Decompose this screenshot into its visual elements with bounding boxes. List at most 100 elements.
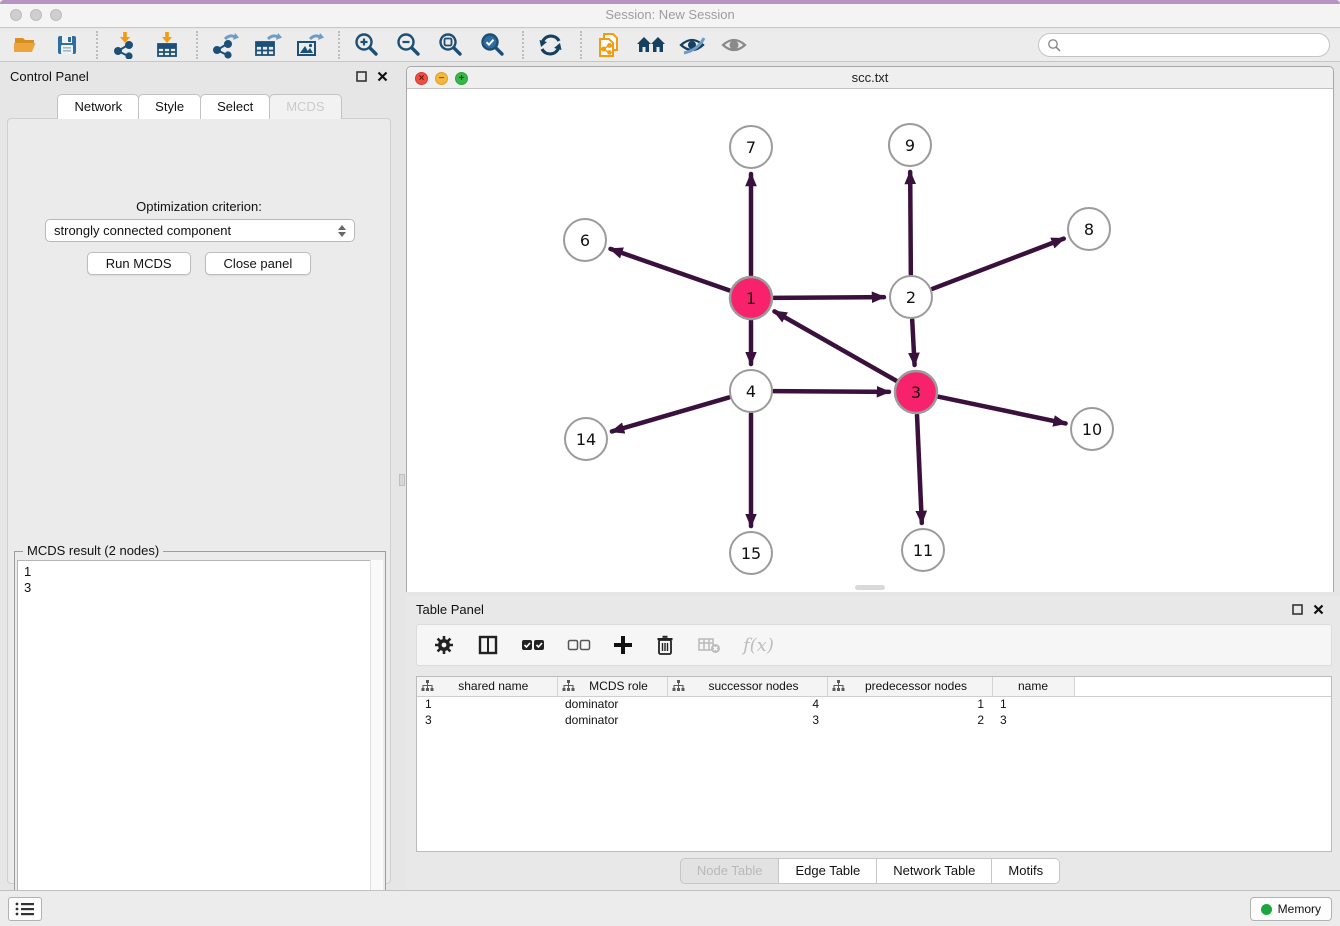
control-tab-network[interactable]: Network [57,94,139,119]
control-tab-select[interactable]: Select [200,94,270,119]
clone-network-icon[interactable] [594,30,624,60]
node-9[interactable]: 9 [889,124,931,166]
show-hidden-icon[interactable] [720,30,750,60]
node-8[interactable]: 8 [1068,208,1110,250]
toolbar-separator [196,31,198,59]
network-canvas[interactable]: 7 9 6 8 1 2 4 3 14 10 15 11 [407,89,1333,592]
edge-2-9[interactable] [910,172,911,274]
table-cell[interactable]: 1 [827,696,992,712]
optimization-criterion-value: strongly connected component [54,223,231,238]
table-tab-motifs[interactable]: Motifs [992,858,1060,884]
toolbar-separator [338,31,340,59]
search-field[interactable] [1038,33,1330,57]
network-view-window: × − + scc.txt 7 9 6 8 1 2 4 3 14 10 15 11 [406,66,1334,592]
memory-status-icon [1261,904,1272,915]
edge-1-2[interactable] [774,297,884,298]
table-cell[interactable]: dominator [557,696,667,712]
node-4[interactable]: 4 [730,370,772,412]
zoom-in-icon[interactable] [352,30,382,60]
node-10[interactable]: 10 [1071,408,1113,450]
node-7[interactable]: 7 [730,126,772,168]
edge-2-3[interactable] [912,320,914,365]
unselect-all-columns-icon[interactable] [567,638,591,652]
open-session-icon[interactable] [10,30,40,60]
edge-1-6[interactable] [610,249,729,291]
float-panel-icon[interactable] [356,71,367,82]
select-all-columns-icon[interactable] [521,638,545,652]
run-mcds-button[interactable]: Run MCDS [87,252,191,275]
column-header-successor-nodes[interactable]: successor nodes [667,677,827,696]
table-cell[interactable]: 2 [827,712,992,728]
table-cell[interactable]: 1 [417,696,557,712]
zoom-out-icon[interactable] [394,30,424,60]
edge-3-11[interactable] [917,415,922,523]
mcds-result-list[interactable]: 13 [17,560,383,924]
table-cell[interactable]: dominator [557,712,667,728]
float-panel-icon[interactable] [1292,604,1303,615]
edge-4-3[interactable] [774,391,889,392]
edge-2-8[interactable] [932,239,1063,289]
show-columns-icon[interactable] [477,634,499,656]
panel-splitter[interactable] [398,62,406,890]
column-header-name[interactable]: name [992,677,1074,696]
control-tab-mcds[interactable]: MCDS [269,94,341,119]
close-panel-button[interactable]: Close panel [205,252,312,275]
edge-3-10[interactable] [939,397,1066,424]
table-tab-node-table[interactable]: Node Table [680,858,780,884]
node-3[interactable]: 3 [895,371,937,413]
memory-button[interactable]: Memory [1250,897,1332,921]
table-cell[interactable]: 3 [417,712,557,728]
column-header-predecessor-nodes[interactable]: predecessor nodes [827,677,992,696]
titlebar-accent [0,0,1340,4]
node-6[interactable]: 6 [564,219,606,261]
network-hscroll-handle[interactable] [855,585,885,590]
optimization-criterion-select[interactable]: strongly connected component [45,219,355,242]
table-settings-gear-icon[interactable] [433,634,455,656]
table-cell[interactable]: 3 [992,712,1074,728]
table-cell[interactable]: 3 [667,712,827,728]
close-panel-icon[interactable] [377,71,388,82]
zoom-fit-icon[interactable] [436,30,466,60]
table-tab-edge-table[interactable]: Edge Table [779,858,877,884]
search-input[interactable] [1062,35,1329,55]
close-panel-icon[interactable] [1313,604,1324,615]
table-tab-network-table[interactable]: Network Table [877,858,992,884]
table-row[interactable]: 3dominator323 [417,712,1331,728]
node-2[interactable]: 2 [890,276,932,318]
column-header-shared-name[interactable]: shared name [417,677,557,696]
export-network-icon[interactable] [210,30,240,60]
show-all-networks-icon[interactable] [636,30,666,60]
node-15[interactable]: 15 [730,532,772,574]
import-table-icon[interactable] [152,30,182,60]
table-cell[interactable]: 4 [667,696,827,712]
result-scrollbar[interactable] [370,560,383,924]
apply-layout-icon[interactable] [536,30,566,60]
save-session-icon[interactable] [52,30,82,60]
node-14[interactable]: 14 [565,418,607,460]
column-header-MCDS-role[interactable]: MCDS role [557,677,667,696]
toolbar-separator [96,31,98,59]
export-table-icon[interactable] [252,30,282,60]
memory-button-label: Memory [1278,902,1321,916]
control-tab-style[interactable]: Style [138,94,201,119]
export-image-icon[interactable] [294,30,324,60]
network-window-titlebar[interactable]: × − + scc.txt [407,67,1333,89]
hide-selected-icon[interactable] [678,30,708,60]
edge-3-1[interactable] [774,311,896,380]
node-11[interactable]: 11 [902,529,944,571]
table-cell[interactable]: 1 [992,696,1074,712]
search-icon [1047,38,1062,53]
node-table[interactable]: shared nameMCDS rolesuccessor nodesprede… [416,676,1332,852]
table-row[interactable]: 1dominator411 [417,696,1331,712]
mcds-result-title: MCDS result (2 nodes) [23,543,163,558]
node-1[interactable]: 1 [730,277,772,319]
create-column-icon[interactable] [613,635,633,655]
delete-column-trash-icon[interactable] [655,634,675,656]
control-panel-title: Control Panel [10,69,356,84]
edge-4-14[interactable] [612,397,729,431]
zoom-selected-icon[interactable] [478,30,508,60]
table-panel: Table Panel f(x) shared nameMCDS rolesuc… [406,596,1340,890]
network-graph[interactable]: 7 9 6 8 1 2 4 3 14 10 15 11 [407,89,1333,592]
import-network-icon[interactable] [110,30,140,60]
task-history-button[interactable] [8,897,42,921]
